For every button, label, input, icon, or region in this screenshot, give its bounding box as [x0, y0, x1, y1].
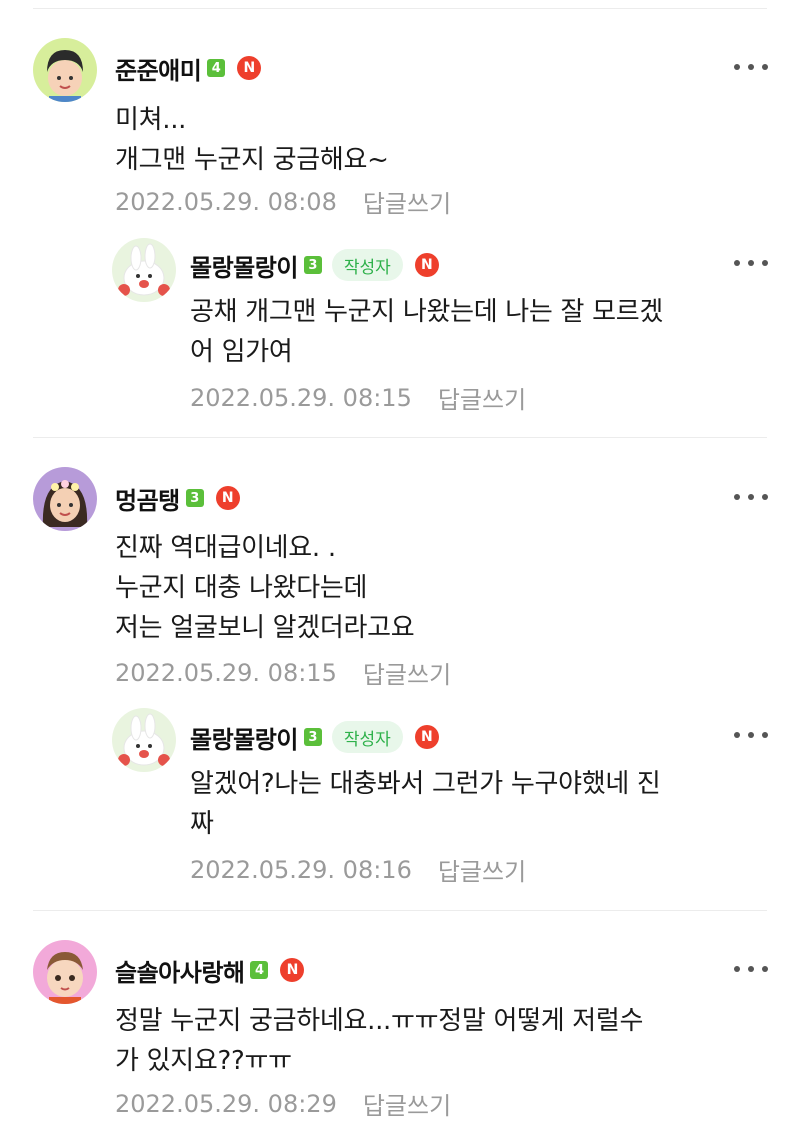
girl-flower-crown-avatar-icon	[33, 467, 97, 531]
level-badge: 4	[207, 59, 226, 77]
new-badge: N	[280, 958, 305, 982]
more-horizontal-icon[interactable]	[734, 487, 768, 507]
comment-text: 진짜 역대급이네요. . 누군지 대충 나왔다는데 저는 얼굴보니 알겠더라고요	[115, 533, 415, 643]
comment-date: 2022.05.29. 08:29	[115, 1089, 337, 1118]
baby-cartoon-avatar-icon	[33, 940, 97, 1004]
top-divider	[33, 8, 767, 9]
reply-link[interactable]: 답글쓰기	[363, 1086, 451, 1121]
new-badge: N	[215, 486, 240, 510]
nickname[interactable]: 슬솔아사랑해	[115, 953, 245, 988]
level-badge: 3	[303, 728, 322, 746]
comment-text: 미쳐... 개그맨 누군지 궁금해요~	[115, 105, 389, 175]
comment-divider	[33, 910, 767, 911]
reply-link[interactable]: 답글쓰기	[363, 184, 451, 219]
avatar[interactable]	[112, 238, 176, 302]
writer-badge: 작성자	[331, 721, 403, 753]
comment-text: 정말 누군지 궁금하네요...ㅠㅠ정말 어떻게 저럴수 가 있지요??ㅠㅠ	[115, 1006, 644, 1076]
more-horizontal-icon[interactable]	[734, 959, 768, 979]
reply-link[interactable]: 답글쓰기	[438, 380, 526, 415]
new-badge: N	[414, 253, 439, 277]
comment-date: 2022.05.29. 08:16	[190, 855, 412, 884]
reply-link[interactable]: 답글쓰기	[438, 852, 526, 887]
comment-text: 알겠어?나는 대충봐서 그런가 누구야했네 진 짜	[190, 769, 661, 839]
comment-text: 공채 개그맨 누군지 나왔는데 나는 잘 모르겠 어 임가여	[190, 297, 663, 367]
avatar[interactable]	[33, 940, 97, 1004]
more-horizontal-icon[interactable]	[734, 253, 768, 273]
nickname[interactable]: 몰랑몰랑이	[190, 248, 298, 283]
comment-date: 2022.05.29. 08:15	[190, 383, 412, 412]
nickname[interactable]: 준준애미	[115, 51, 202, 86]
boy-cartoon-avatar-icon	[33, 38, 97, 102]
white-bunny-avatar-icon	[112, 708, 176, 772]
comment-divider	[33, 437, 767, 438]
level-badge: 4	[250, 961, 269, 979]
more-horizontal-icon[interactable]	[734, 725, 768, 745]
level-badge: 3	[303, 256, 322, 274]
new-badge: N	[237, 56, 262, 80]
writer-badge: 작성자	[331, 249, 403, 281]
more-horizontal-icon[interactable]	[734, 57, 768, 77]
nickname[interactable]: 몰랑몰랑이	[190, 720, 298, 755]
level-badge: 3	[185, 489, 204, 507]
nickname[interactable]: 멍곰탱	[115, 481, 180, 516]
avatar[interactable]	[33, 467, 97, 531]
new-badge: N	[414, 725, 439, 749]
comment-date: 2022.05.29. 08:15	[115, 658, 337, 687]
comment-date: 2022.05.29. 08:08	[115, 187, 337, 216]
reply-link[interactable]: 답글쓰기	[363, 655, 451, 690]
avatar[interactable]	[33, 38, 97, 102]
avatar[interactable]	[112, 708, 176, 772]
white-bunny-avatar-icon	[112, 238, 176, 302]
